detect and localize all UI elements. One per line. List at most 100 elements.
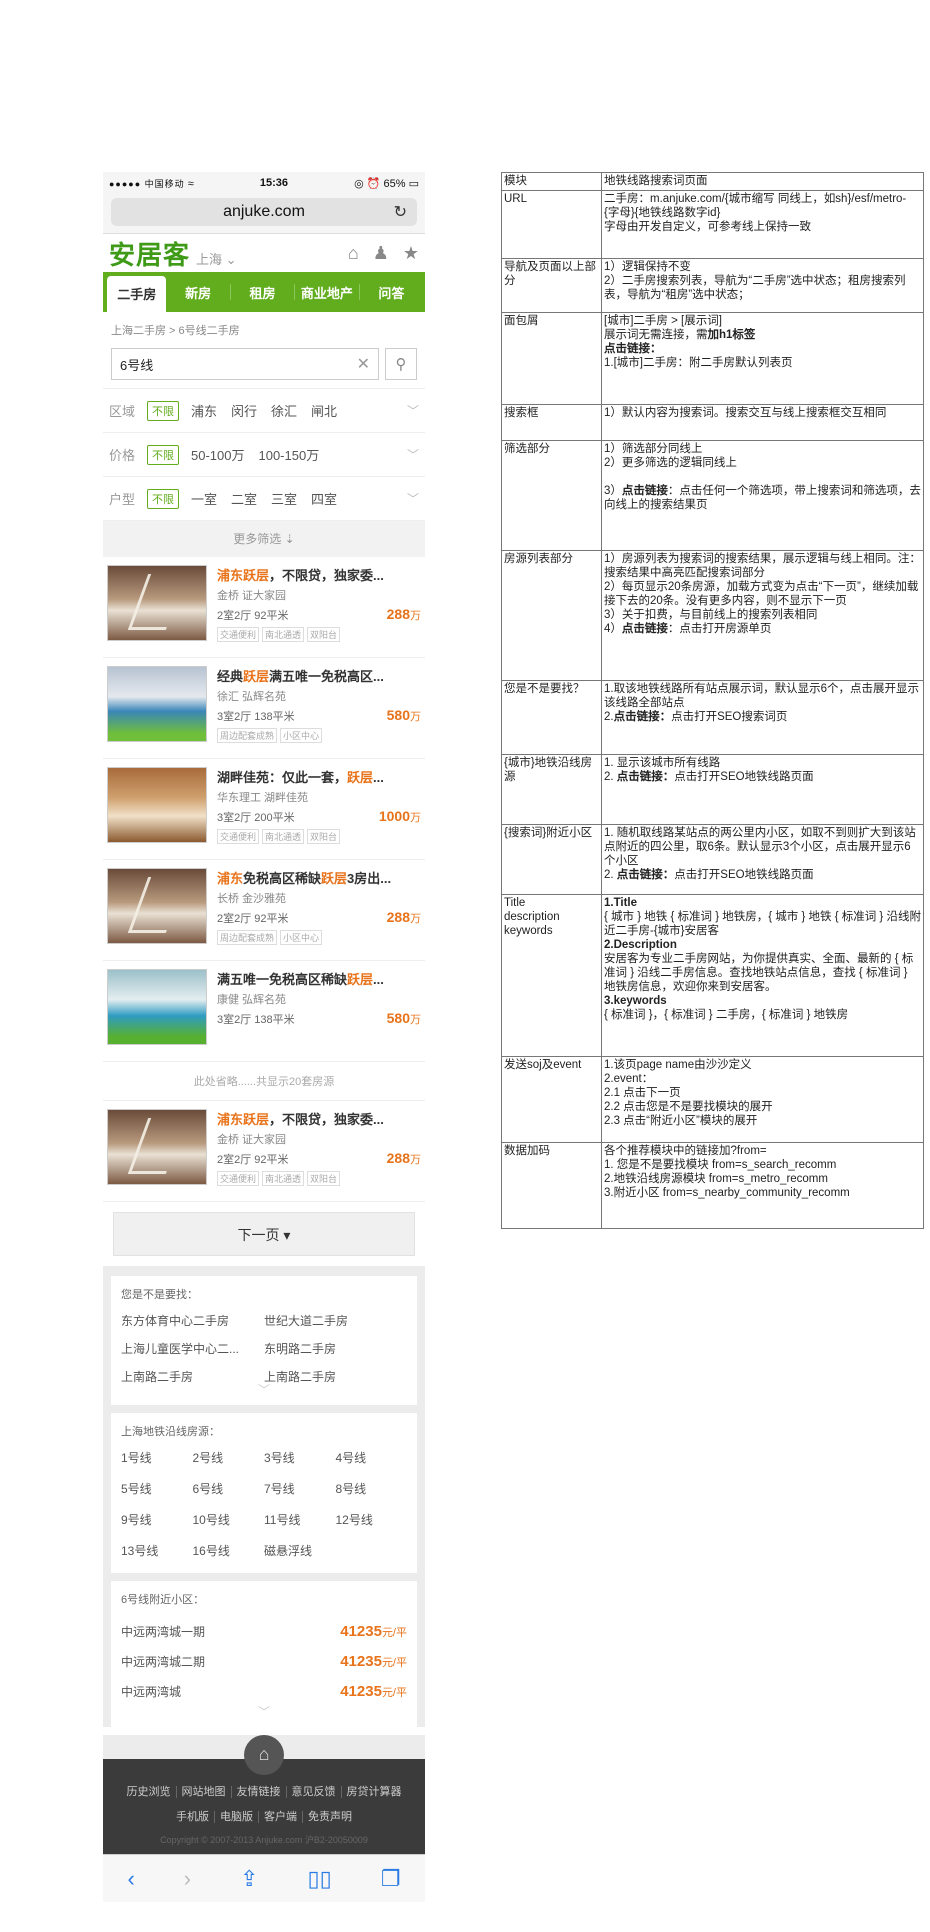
footer-link[interactable]: 房贷计算器: [342, 1786, 407, 1798]
suggest-link[interactable]: 上南路二手房: [264, 1368, 407, 1385]
listing-photo: [107, 868, 207, 944]
metro-line-link[interactable]: 13号线: [121, 1542, 193, 1559]
listing-title: 满五唯一免税高区稀缺跃层...: [217, 972, 384, 987]
listing-spec: 2室2厅 92平米: [217, 1154, 289, 1166]
metro-line-link[interactable]: 2号线: [193, 1449, 265, 1466]
spec-module-name: {城市}地铁沿线房源: [501, 754, 602, 825]
share-icon[interactable]: ⇪: [240, 1866, 258, 1892]
spec-description: 地铁线路搜索词页面: [601, 172, 924, 191]
listing-item[interactable]: 浦东跃层，不限贷，独家委... 金桥 证大家园 2室2厅 92平米 288万 交通…: [103, 1101, 425, 1202]
filter-option[interactable]: 闸北: [311, 401, 337, 420]
address-bar[interactable]: anjuke.com ↻: [111, 198, 417, 226]
filter-option[interactable]: 四室: [311, 489, 337, 508]
filter-option[interactable]: 一室: [191, 489, 217, 508]
metro-line-link[interactable]: 12号线: [336, 1511, 408, 1528]
metro-line-link[interactable]: 7号线: [264, 1480, 336, 1497]
more-filters-button[interactable]: 更多筛选 ⇣: [103, 521, 425, 557]
listing-item[interactable]: 经典跃层满五唯一免税高区... 徐汇 弘辉名苑 3室2厅 138平米 580万 周…: [103, 658, 425, 759]
forward-icon[interactable]: ›: [184, 1866, 191, 1892]
tab-wenda[interactable]: 问答: [362, 275, 421, 310]
filter-option[interactable]: 闵行: [231, 401, 257, 420]
metro-line-link[interactable]: 9号线: [121, 1511, 193, 1528]
tabs-icon[interactable]: ❐: [381, 1866, 401, 1892]
expand-chevron-icon[interactable]: ﹀: [121, 1706, 407, 1719]
listing-item[interactable]: 满五唯一免税高区稀缺跃层... 康健 弘辉名苑 3室2厅 138平米 580万: [103, 961, 425, 1062]
spec-module-name: Title description keywords: [501, 894, 602, 1057]
footer-link[interactable]: 历史浏览: [121, 1786, 177, 1798]
metro-line-link[interactable]: 1号线: [121, 1449, 193, 1466]
spec-module-name: 搜索框: [501, 404, 602, 441]
filter-option[interactable]: 浦东: [191, 401, 217, 420]
back-icon[interactable]: ‹: [127, 1866, 134, 1892]
footer-link[interactable]: 友情链接: [231, 1786, 287, 1798]
spec-module-name: 房源列表部分: [501, 550, 602, 681]
filter-option-any[interactable]: 不限: [147, 400, 179, 421]
listing-item[interactable]: 浦东跃层，不限贷，独家委... 金桥 证大家园 2室2厅 92平米 288万 交通…: [103, 557, 425, 658]
tab-xinfang[interactable]: 新房: [168, 275, 227, 310]
spec-description: 1. 显示该城市所有线路 2. 点击链接：点击打开SEO地铁线路页面: [601, 754, 924, 825]
metro-line-link[interactable]: 磁悬浮线: [264, 1542, 336, 1559]
filter-option[interactable]: 徐汇: [271, 401, 297, 420]
tab-zufang[interactable]: 租房: [233, 275, 292, 310]
listing-tag: 双阳台: [307, 1171, 341, 1186]
filter-option[interactable]: 100-150万: [258, 445, 319, 464]
spec-row: 搜索框 1）默认内容为搜索词。搜索交互与线上搜索框交互相同: [501, 404, 924, 441]
city-selector[interactable]: 上海 ⌄: [196, 249, 237, 268]
chevron-down-icon[interactable]: ﹀: [407, 490, 419, 507]
footer-link[interactable]: 免责声明: [303, 1811, 357, 1823]
listing-tag: 小区中心: [280, 930, 323, 945]
clear-icon[interactable]: ✕: [357, 354, 370, 374]
breadcrumb[interactable]: 上海二手房 > 6号线二手房: [103, 312, 425, 344]
filter-option[interactable]: 二室: [231, 489, 257, 508]
community-row[interactable]: 中远两湾城一期 41235元/平: [121, 1617, 407, 1647]
spec-table: 模块 地铁线路搜索词页面 URL 二手房：m.anjuke.com/{城市缩写 同线上…: [501, 172, 924, 1229]
footer-link[interactable]: 网站地图: [176, 1786, 232, 1798]
listing-tag: 双阳台: [307, 829, 341, 844]
filter-option[interactable]: 三室: [271, 489, 297, 508]
community-row[interactable]: 中远两湾城二期 41235元/平: [121, 1647, 407, 1677]
footer-link[interactable]: 意见反馈: [286, 1786, 342, 1798]
bookmarks-icon[interactable]: ▯▯: [308, 1866, 332, 1892]
suggest-link[interactable]: 东明路二手房: [264, 1340, 407, 1357]
search-input[interactable]: 6号线 ✕: [111, 348, 379, 380]
tab-ershoufang[interactable]: 二手房: [107, 275, 167, 315]
suggest-link[interactable]: 世纪大道二手房: [264, 1312, 407, 1329]
suggest-link[interactable]: 东方体育中心二手房: [121, 1312, 264, 1329]
reload-icon[interactable]: ↻: [394, 202, 407, 222]
spec-description: 1）房源列表为搜索词的搜索结果，展示逻辑与线上相同。注：搜索结果中高亮匹配搜索词…: [601, 550, 924, 681]
carrier-signal: ●●●●● 中国移动: [109, 178, 185, 189]
metro-line-link[interactable]: 6号线: [193, 1480, 265, 1497]
site-logo[interactable]: 安居客 上海 ⌄: [109, 235, 237, 272]
footer-link[interactable]: 手机版: [171, 1811, 215, 1823]
filter-option-any[interactable]: 不限: [147, 444, 179, 465]
filter-option-any[interactable]: 不限: [147, 488, 179, 509]
expand-chevron-icon[interactable]: ﹀: [121, 1384, 407, 1397]
metro-line-link[interactable]: 4号线: [336, 1449, 408, 1466]
metro-line-link[interactable]: 3号线: [264, 1449, 336, 1466]
footer-link[interactable]: 客户端: [259, 1811, 303, 1823]
nav-divider: [358, 284, 360, 300]
metro-line-link[interactable]: 10号线: [193, 1511, 265, 1528]
listing-item[interactable]: 湖畔佳苑：仅此一套，跃层... 华东理工 湖畔佳苑 3室2厅 200平米 1000…: [103, 759, 425, 860]
footer-link[interactable]: 电脑版: [215, 1811, 259, 1823]
next-page-button[interactable]: 下一页 ▾: [113, 1212, 415, 1256]
metro-line-link[interactable]: 16号线: [193, 1542, 265, 1559]
star-icon[interactable]: ★: [403, 243, 419, 264]
user-icon[interactable]: ♟: [373, 243, 389, 264]
listing-tag: 双阳台: [307, 627, 341, 642]
metro-line-link[interactable]: 11号线: [264, 1511, 336, 1528]
listing-item[interactable]: 浦东免税高区稀缺跃层3房出... 长桥 金沙雅苑 2室2厅 92平米 288万 周…: [103, 860, 425, 961]
tab-shangye[interactable]: 商业地产: [297, 275, 356, 310]
filter-option[interactable]: 50-100万: [191, 445, 244, 464]
listing-location: 金桥 证大家园: [217, 590, 287, 602]
suggest-link[interactable]: 上南路二手房: [121, 1368, 264, 1385]
search-button[interactable]: ⚲: [385, 348, 417, 380]
community-row[interactable]: 中远两湾城 41235元/平: [121, 1677, 407, 1707]
metro-line-link[interactable]: 8号线: [336, 1480, 408, 1497]
metro-line-link[interactable]: 5号线: [121, 1480, 193, 1497]
chevron-down-icon[interactable]: ﹀: [407, 402, 419, 419]
chevron-down-icon[interactable]: ﹀: [407, 446, 419, 463]
home-icon[interactable]: ⌂: [244, 1735, 284, 1775]
suggest-link[interactable]: 上海儿童医学中心二...: [121, 1340, 264, 1357]
home-icon[interactable]: ⌂: [348, 243, 359, 264]
